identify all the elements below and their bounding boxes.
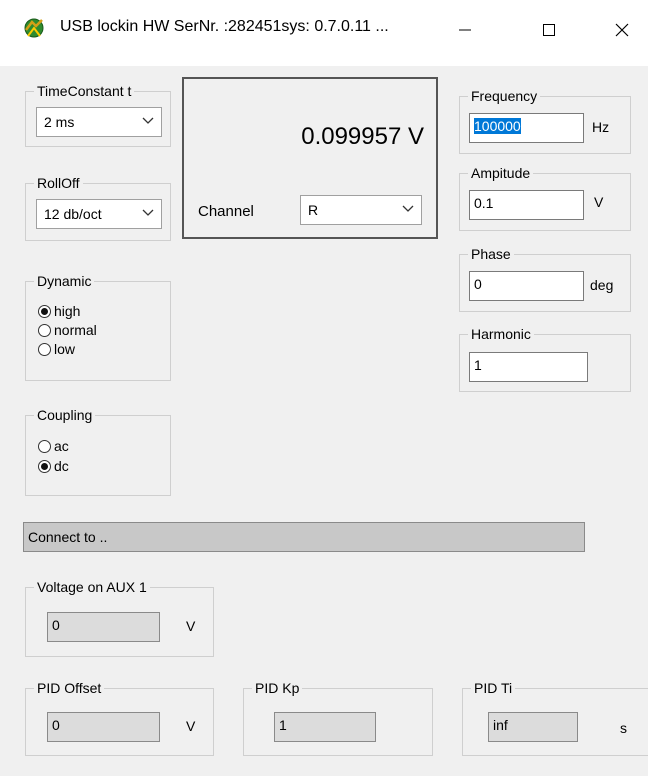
aux-label: Voltage on AUX 1 (34, 579, 150, 595)
radio-label: dc (54, 458, 69, 474)
pid-offset-group: PID Offset 0 V (25, 680, 214, 756)
chevron-down-icon (402, 205, 414, 212)
app-icon (24, 18, 44, 38)
radio-button-selected[interactable] (38, 304, 51, 318)
pid-ti-unit: s (620, 720, 627, 736)
reading-display: 0.099957 V Channel R (182, 77, 438, 239)
radio-dc[interactable]: dc (38, 458, 69, 474)
pid-kp-field: 1 (274, 712, 376, 742)
phase-value: 0 (474, 276, 482, 292)
amplitude-input[interactable]: 0.1 (469, 190, 584, 220)
pid-ti-value: inf (493, 717, 508, 733)
amplitude-label: Ampitude (468, 165, 534, 181)
frequency-label: Frequency (468, 88, 541, 104)
minimize-button[interactable] (443, 10, 487, 50)
phase-unit: deg (590, 277, 614, 293)
harmonic-value: 1 (474, 357, 482, 373)
amplitude-group: Ampitude 0.1 V (459, 165, 631, 231)
minimize-icon (459, 29, 471, 31)
harmonic-label: Harmonic (468, 326, 534, 342)
radio-label: normal (54, 322, 97, 338)
pid-offset-field: 0 (47, 712, 160, 742)
channel-value: R (308, 202, 319, 218)
aux-value: 0 (52, 617, 60, 633)
maximize-button[interactable] (527, 10, 571, 50)
aux-value-field: 0 (47, 612, 160, 642)
frequency-input[interactable]: 100000 (469, 113, 584, 143)
amplitude-unit: V (594, 194, 604, 210)
dynamic-group: Dynamic high normal low (25, 273, 171, 381)
title-bar: USB lockin HW SerNr. :282451sys: 0.7.0.1… (0, 0, 648, 66)
channel-label: Channel (198, 203, 254, 220)
close-icon (615, 23, 629, 37)
radio-normal[interactable]: normal (38, 322, 97, 338)
rolloff-select[interactable]: 12 db/oct (36, 199, 162, 229)
rolloff-group: RollOff 12 db/oct (25, 175, 171, 241)
radio-button[interactable] (38, 439, 51, 453)
phase-label: Phase (468, 246, 514, 262)
chevron-down-icon (142, 209, 154, 216)
window-title: USB lockin HW SerNr. :282451sys: 0.7.0.1… (60, 18, 389, 35)
phase-group: Phase 0 deg (459, 246, 631, 312)
pid-offset-unit: V (186, 718, 196, 734)
radio-label: low (54, 341, 76, 357)
pid-kp-label: PID Kp (252, 680, 303, 696)
harmonic-group: Harmonic 1 (459, 326, 631, 392)
pid-ti-label: PID Ti (471, 680, 516, 696)
close-button[interactable] (600, 10, 644, 50)
frequency-group: Frequency 100000 Hz (459, 88, 631, 154)
frequency-unit: Hz (592, 119, 610, 135)
reading-value: 0.099957 V (301, 123, 424, 150)
radio-label: ac (54, 438, 69, 454)
radio-label: high (54, 303, 81, 319)
pid-offset-label: PID Offset (34, 680, 105, 696)
rolloff-value: 12 db/oct (44, 206, 102, 222)
frequency-value: 100000 (474, 118, 521, 134)
radio-low[interactable]: low (38, 341, 75, 357)
pid-kp-group: PID Kp 1 (243, 680, 433, 756)
chevron-down-icon (142, 117, 154, 124)
time-constant-group: TimeConstant t 2 ms (25, 83, 171, 147)
pid-offset-value: 0 (52, 717, 60, 733)
radio-ac[interactable]: ac (38, 438, 69, 454)
aux-group: Voltage on AUX 1 0 V (25, 579, 214, 657)
coupling-label: Coupling (34, 407, 96, 423)
aux-unit: V (186, 618, 196, 634)
channel-select[interactable]: R (300, 195, 422, 225)
pid-ti-group: PID Ti inf s (462, 680, 648, 756)
radio-high[interactable]: high (38, 303, 80, 319)
status-bar: Connect to .. (23, 522, 585, 552)
coupling-group: Coupling ac dc (25, 407, 171, 496)
time-constant-value: 2 ms (44, 114, 75, 130)
radio-button[interactable] (38, 342, 51, 356)
phase-input[interactable]: 0 (469, 271, 584, 301)
dynamic-label: Dynamic (34, 273, 95, 289)
time-constant-select[interactable]: 2 ms (36, 107, 162, 137)
radio-button-selected[interactable] (38, 459, 51, 473)
rolloff-label: RollOff (34, 175, 83, 191)
pid-ti-field: inf (488, 712, 578, 742)
harmonic-input[interactable]: 1 (469, 352, 588, 382)
time-constant-label: TimeConstant t (34, 83, 135, 99)
pid-kp-value: 1 (279, 717, 287, 733)
radio-button[interactable] (38, 323, 51, 337)
amplitude-value: 0.1 (474, 195, 494, 211)
maximize-icon (543, 24, 555, 36)
